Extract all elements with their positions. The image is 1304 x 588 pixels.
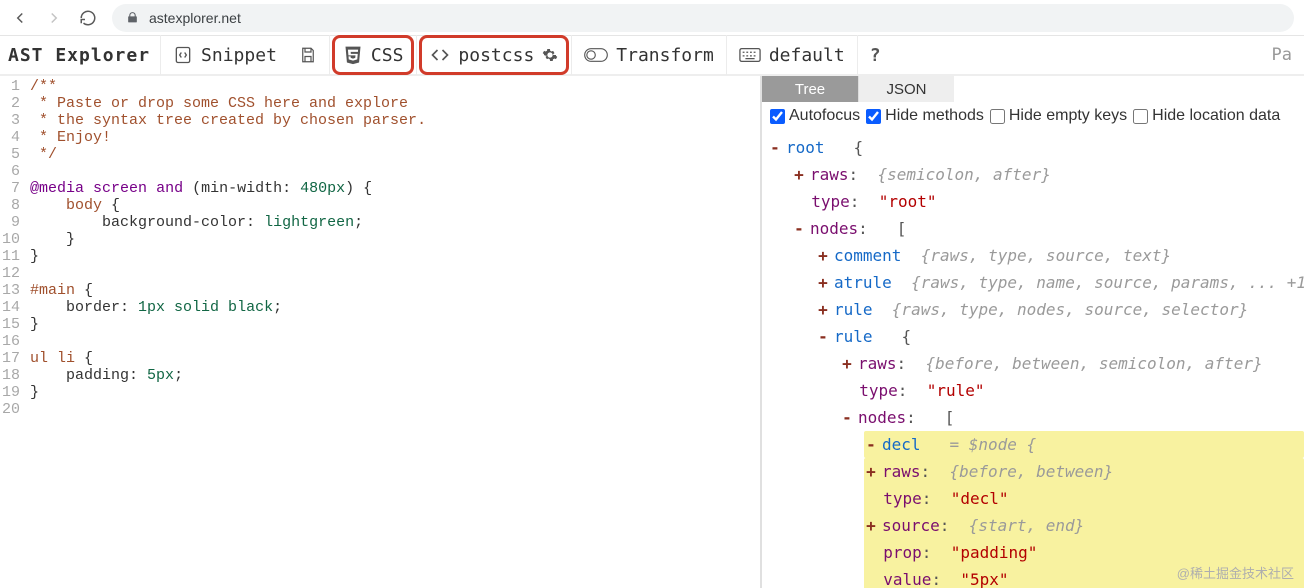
help-icon: ? — [870, 45, 881, 66]
app-title: AST Explorer — [6, 45, 158, 66]
language-menu[interactable]: CSS — [332, 35, 415, 75]
collapse-icon[interactable]: - — [768, 134, 782, 161]
expand-icon[interactable]: + — [864, 458, 878, 485]
filter-hide-methods[interactable]: Hide methods — [866, 107, 984, 125]
code-icon — [430, 45, 450, 65]
parser-label: postcss — [458, 45, 534, 66]
line-numbers: 1234567891011121314151617181920 — [0, 78, 24, 418]
transform-label: Transform — [616, 45, 714, 66]
keyboard-icon — [739, 47, 761, 63]
code-panel[interactable]: 1234567891011121314151617181920 /** * Pa… — [0, 76, 760, 588]
app-toolbar: AST Explorer Snippet CSS postcss Transfo… — [0, 36, 1304, 76]
collapse-icon[interactable]: - — [816, 323, 830, 350]
address-bar[interactable]: astexplorer.net — [112, 4, 1294, 32]
snippet-icon — [173, 45, 193, 65]
forward-button[interactable] — [44, 8, 64, 28]
collapse-icon[interactable]: - — [864, 431, 878, 458]
language-label: CSS — [371, 45, 404, 66]
filter-hide-empty[interactable]: Hide empty keys — [990, 107, 1127, 125]
back-button[interactable] — [10, 8, 30, 28]
filter-autofocus[interactable]: Autofocus — [770, 107, 860, 125]
parser-menu[interactable]: postcss — [419, 35, 569, 75]
code-editor[interactable]: 1234567891011121314151617181920 /** * Pa… — [0, 76, 760, 418]
css-icon — [343, 45, 363, 65]
lock-icon — [126, 11, 139, 24]
expand-icon[interactable]: + — [816, 242, 830, 269]
ast-tree[interactable]: -root { +raws: {semicolon, after} type: … — [762, 130, 1304, 588]
filter-bar: Autofocus Hide methods Hide empty keys H… — [762, 102, 1304, 130]
url-text: astexplorer.net — [149, 10, 241, 26]
transform-menu[interactable]: Transform — [574, 35, 724, 75]
expand-icon[interactable]: + — [816, 269, 830, 296]
keyboard-label: default — [769, 45, 845, 66]
filter-hide-location[interactable]: Hide location data — [1133, 107, 1280, 125]
snippet-label: Snippet — [201, 45, 277, 66]
watermark: @稀土掘金技术社区 — [1177, 563, 1294, 582]
toolbar-overflow: Pa — [1272, 45, 1298, 65]
expand-icon[interactable]: + — [840, 350, 854, 377]
main-split: 1234567891011121314151617181920 /** * Pa… — [0, 76, 1304, 588]
toggle-icon — [584, 47, 608, 63]
save-icon — [299, 46, 317, 64]
snippet-menu[interactable]: Snippet — [163, 35, 287, 75]
reload-button[interactable] — [78, 8, 98, 28]
expand-icon[interactable]: + — [792, 161, 806, 188]
tab-tree[interactable]: Tree — [762, 76, 858, 102]
save-button[interactable] — [289, 35, 327, 75]
help-button[interactable]: ? — [860, 35, 891, 75]
output-tabs: Tree JSON — [762, 76, 1304, 102]
keyboard-menu[interactable]: default — [729, 35, 855, 75]
expand-icon[interactable]: + — [864, 512, 878, 539]
collapse-icon[interactable]: - — [792, 215, 806, 242]
expand-icon[interactable]: + — [816, 296, 830, 323]
code-content[interactable]: /** * Paste or drop some CSS here and ex… — [24, 78, 760, 418]
collapse-icon[interactable]: - — [840, 404, 854, 431]
browser-bar: astexplorer.net — [0, 0, 1304, 36]
tab-json[interactable]: JSON — [858, 76, 954, 102]
gear-icon[interactable] — [542, 47, 558, 63]
ast-panel: Tree JSON Autofocus Hide methods Hide em… — [760, 76, 1304, 588]
